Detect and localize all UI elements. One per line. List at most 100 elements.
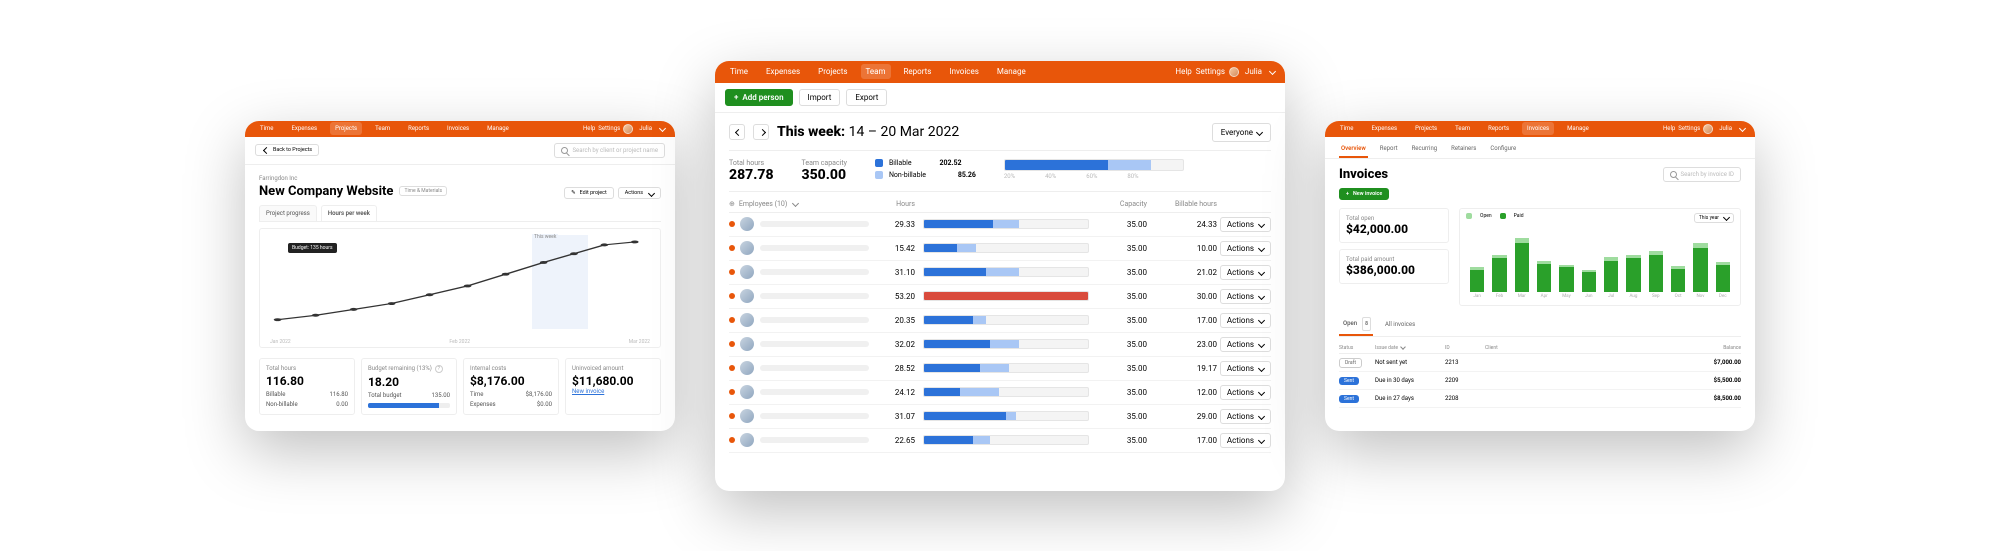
nav-projects[interactable]: Projects <box>813 64 852 79</box>
import-button[interactable]: Import <box>799 89 841 106</box>
row-actions-button[interactable]: Actions <box>1220 241 1271 256</box>
subtab-retainers[interactable]: Retainers <box>1449 141 1478 158</box>
row-actions-button[interactable]: Actions <box>1220 385 1271 400</box>
hours-value: 24.12 <box>869 388 915 397</box>
nav-manage[interactable]: Manage <box>1562 122 1594 135</box>
nav-team[interactable]: Team <box>861 64 891 79</box>
nav-reports[interactable]: Reports <box>1483 122 1514 135</box>
project-actions-button[interactable]: Actions <box>618 187 661 199</box>
help-link[interactable]: Help <box>583 125 595 132</box>
nav-invoices[interactable]: Invoices <box>944 64 983 79</box>
hours-chart: This week Budget: 135 hours Jan 2022 Feb… <box>259 228 661 348</box>
team-row[interactable]: 28.5235.0019.17Actions <box>729 357 1271 381</box>
row-actions-button[interactable]: Actions <box>1220 217 1271 232</box>
invoice-row[interactable]: SentDue in 27 days2208$8,500.00 <box>1339 390 1741 408</box>
row-actions-button[interactable]: Actions <box>1220 433 1271 448</box>
help-link[interactable]: Help <box>1663 125 1675 132</box>
tab-all[interactable]: All invoices <box>1383 314 1417 336</box>
nav-projects[interactable]: Projects <box>330 122 362 135</box>
this-week-label: This week: <box>777 124 845 140</box>
row-actions-button[interactable]: Actions <box>1220 313 1271 328</box>
nav-expenses[interactable]: Expenses <box>761 64 805 79</box>
nav-expenses[interactable]: Expenses <box>286 122 322 135</box>
user-menu[interactable]: Julia <box>1703 124 1745 134</box>
invoice-search[interactable]: Search by invoice ID <box>1663 167 1741 182</box>
th-balance[interactable]: Balance <box>1687 345 1741 351</box>
row-actions-button[interactable]: Actions <box>1220 361 1271 376</box>
export-button[interactable]: Export <box>846 89 887 106</box>
year-select[interactable]: This year <box>1694 213 1734 223</box>
col-employees[interactable]: ⊕ Employees (10) <box>729 200 869 208</box>
new-invoice-button[interactable]: + New invoice <box>1339 188 1389 200</box>
nav-time[interactable]: Time <box>255 122 278 135</box>
settings-link[interactable]: Settings <box>598 125 620 132</box>
th-id[interactable]: ID <box>1445 345 1485 351</box>
prev-week-button[interactable] <box>729 124 745 140</box>
nav-projects[interactable]: Projects <box>1410 122 1442 135</box>
row-key: Expenses <box>470 401 496 408</box>
invoice-row[interactable]: DraftNot sent yet2213$7,000.00 <box>1339 354 1741 372</box>
th-client[interactable]: Client <box>1485 345 1687 351</box>
nav-time[interactable]: Time <box>1335 122 1358 135</box>
subtab-overview[interactable]: Overview <box>1339 141 1368 158</box>
search-icon <box>1670 171 1677 178</box>
row-actions-button[interactable]: Actions <box>1220 265 1271 280</box>
col-capacity[interactable]: Capacity <box>1097 200 1147 208</box>
user-menu[interactable]: Julia <box>1229 67 1275 77</box>
nav-manage[interactable]: Manage <box>482 122 514 135</box>
team-row[interactable]: 15.4235.0010.00Actions <box>729 237 1271 261</box>
team-row[interactable]: 53.2035.0030.00Actions <box>729 285 1271 309</box>
nav-time[interactable]: Time <box>725 64 753 79</box>
row-key: Time <box>470 391 483 398</box>
team-row[interactable]: 31.0735.0029.00Actions <box>729 405 1271 429</box>
tab-open[interactable]: Open 8 <box>1339 314 1373 336</box>
add-person-button[interactable]: + Add person <box>725 89 793 106</box>
th-status[interactable]: Status <box>1339 345 1375 351</box>
invoice-row[interactable]: SentDue in 30 days2209$5,500.00 <box>1339 372 1741 390</box>
row-actions-button[interactable]: Actions <box>1220 409 1271 424</box>
subtab-report[interactable]: Report <box>1378 141 1400 158</box>
next-week-button[interactable] <box>753 124 769 140</box>
chart-legend: Open Paid <box>1466 213 1524 219</box>
back-button[interactable]: Back to Projects <box>255 144 319 156</box>
help-link[interactable]: Help <box>1175 67 1191 76</box>
nav-team[interactable]: Team <box>1450 122 1475 135</box>
search-input[interactable]: Search by client or project name <box>554 143 665 158</box>
row-actions-button[interactable]: Actions <box>1220 289 1271 304</box>
team-row[interactable]: 31.1035.0021.02Actions <box>729 261 1271 285</box>
utilization-bar: 20% 40% 60% 80% <box>1004 159 1271 180</box>
team-row[interactable]: 32.0235.0023.00Actions <box>729 333 1271 357</box>
subtab-configure[interactable]: Configure <box>1488 141 1518 158</box>
team-row[interactable]: 22.6535.0017.00Actions <box>729 429 1271 453</box>
bar-feb: Feb <box>1492 255 1506 299</box>
col-billable[interactable]: Billable hours <box>1147 200 1217 208</box>
nav-expenses[interactable]: Expenses <box>1366 122 1402 135</box>
nav-invoices[interactable]: Invoices <box>1522 122 1554 135</box>
nav-reports[interactable]: Reports <box>899 64 937 79</box>
col-hours[interactable]: Hours <box>869 200 915 208</box>
filter-select[interactable]: Everyone <box>1212 123 1271 142</box>
team-row[interactable]: 20.3535.0017.00Actions <box>729 309 1271 333</box>
nav-team[interactable]: Team <box>370 122 395 135</box>
nav-reports[interactable]: Reports <box>403 122 434 135</box>
team-row[interactable]: 29.3335.0024.33Actions <box>729 213 1271 237</box>
nav-manage[interactable]: Manage <box>992 64 1031 79</box>
status-dot <box>729 269 735 275</box>
nav-invoices[interactable]: Invoices <box>442 122 474 135</box>
new-invoice-link[interactable]: New invoice <box>572 388 654 395</box>
avatar <box>740 337 754 351</box>
row-val: $0.00 <box>537 401 552 408</box>
th-issue[interactable]: Issue date <box>1375 345 1445 351</box>
info-icon[interactable]: ? <box>435 365 443 373</box>
tab-hours-per-week[interactable]: Hours per week <box>321 205 377 221</box>
tab-progress[interactable]: Project progress <box>259 205 317 221</box>
subtab-recurring[interactable]: Recurring <box>1410 141 1440 158</box>
edit-project-button[interactable]: ✎ Edit project <box>564 187 614 199</box>
team-row[interactable]: 24.1235.0012.00Actions <box>729 381 1271 405</box>
user-menu[interactable]: Julia <box>623 124 665 134</box>
stat-label: Budget remaining (13%) ? <box>368 365 450 373</box>
month-label: Mar <box>1518 294 1526 299</box>
settings-link[interactable]: Settings <box>1678 125 1700 132</box>
row-actions-button[interactable]: Actions <box>1220 337 1271 352</box>
settings-link[interactable]: Settings <box>1196 67 1225 76</box>
